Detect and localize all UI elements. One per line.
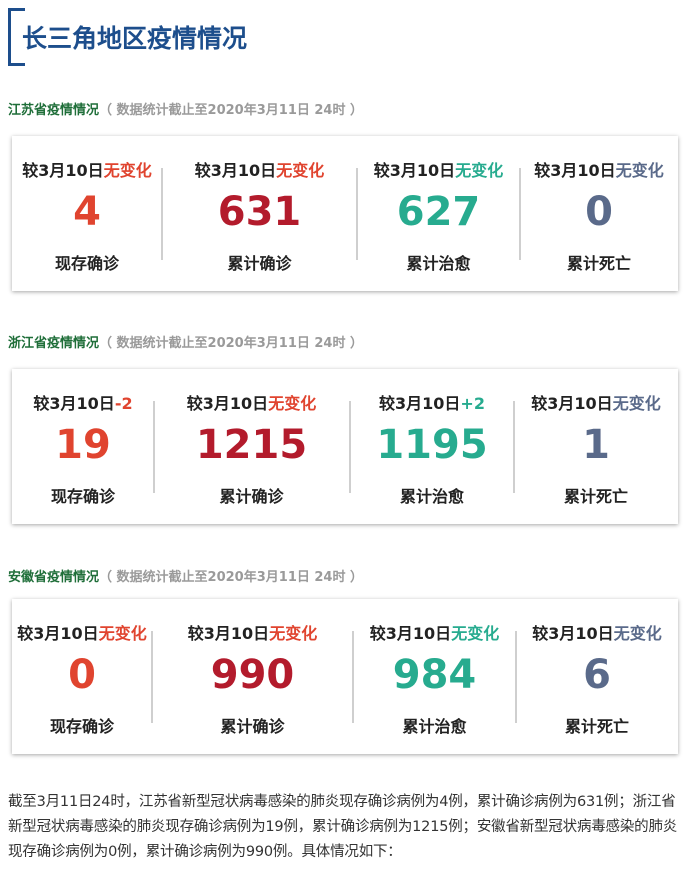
stats-card-anhui: 较3月10日无变化 0 现存确诊 较3月10日无变化 990 累计确诊 较3月1…	[12, 599, 678, 754]
stat-label: 累计治愈	[399, 487, 464, 506]
compare-value: 无变化	[455, 161, 504, 180]
compare-label: 较3月10日	[379, 394, 461, 413]
section-header-zhejiang: 浙江省疫情情况（ 数据统计截止至2020年3月11日 24时 ）	[8, 332, 363, 351]
stat-current-confirmed: 较3月10日无变化 4 现存确诊	[12, 136, 162, 291]
stat-label: 累计死亡	[566, 254, 631, 273]
stat-value: 0	[68, 652, 96, 698]
stat-label: 累计死亡	[563, 487, 628, 506]
section-header-anhui: 安徽省疫情情况（ 数据统计截止至2020年3月11日 24时 ）	[8, 566, 363, 585]
stat-total-confirmed: 较3月10日无变化 631 累计确诊	[162, 136, 357, 291]
data-cutoff-note: （ 数据统计截止至2020年3月11日 24时 ）	[99, 570, 364, 585]
stat-total-deaths: 较3月10日无变化 1 累计死亡	[514, 369, 678, 524]
page-title: 长三角地区疫情情况	[22, 24, 248, 53]
compare-value: 无变化	[451, 624, 500, 643]
data-cutoff-note: （ 数据统计截止至2020年3月11日 24时 ）	[99, 103, 364, 118]
stat-total-confirmed: 较3月10日无变化 990 累计确诊	[152, 599, 353, 754]
stat-value: 0	[585, 189, 613, 235]
stat-label: 现存确诊	[49, 717, 114, 736]
compare-value: 无变化	[613, 624, 662, 643]
compare-value: +2	[460, 394, 485, 413]
compare-value: 无变化	[103, 161, 152, 180]
compare-label: 较3月10日	[187, 624, 270, 643]
compare-label: 较3月10日	[373, 161, 456, 180]
compare-value: 无变化	[615, 161, 664, 180]
compare-label: 较3月10日	[534, 161, 616, 180]
stat-current-confirmed: 较3月10日无变化 0 现存确诊	[12, 599, 152, 754]
stat-total-deaths: 较3月10日无变化 0 累计死亡	[520, 136, 678, 291]
compare-value: -2	[114, 394, 133, 413]
stat-value: 1	[582, 422, 610, 468]
compare-label: 较3月10日	[186, 394, 269, 413]
stat-label: 累计确诊	[220, 717, 285, 736]
compare-label: 较3月10日	[194, 161, 277, 180]
stat-total-deaths: 较3月10日无变化 6 累计死亡	[516, 599, 678, 754]
stat-total-cured: 较3月10日无变化 984 累计治愈	[353, 599, 516, 754]
page-title-block: 长三角地区疫情情况	[8, 8, 248, 66]
stat-total-cured: 较3月10日无变化 627 累计治愈	[357, 136, 520, 291]
compare-value: 无变化	[98, 624, 147, 643]
compare-value: 无变化	[612, 394, 661, 413]
stat-value: 990	[210, 652, 295, 698]
province-title: 江苏省疫情情况	[8, 103, 100, 118]
stat-value: 631	[217, 189, 302, 235]
compare-value: 无变化	[268, 394, 317, 413]
province-title: 浙江省疫情情况	[8, 336, 100, 351]
stat-label: 累计死亡	[564, 717, 629, 736]
stat-current-confirmed: 较3月10日-2 19 现存确诊	[12, 369, 154, 524]
compare-label: 较3月10日	[17, 624, 99, 643]
stat-total-confirmed: 较3月10日无变化 1215 累计确诊	[154, 369, 349, 524]
stat-value: 19	[55, 422, 111, 468]
summary-paragraph: 截至3月11日24时，江苏省新型冠状病毒感染的肺炎现存确诊病例为4例，累计确诊病…	[8, 794, 678, 860]
compare-value: 无变化	[269, 624, 318, 643]
compare-label: 较3月10日	[532, 624, 614, 643]
stat-label: 现存确诊	[50, 487, 115, 506]
stat-value: 1195	[376, 422, 488, 468]
stat-value: 1215	[195, 422, 308, 468]
stat-total-cured: 较3月10日+2 1195 累计治愈	[350, 369, 514, 524]
compare-value: 无变化	[276, 161, 325, 180]
compare-label: 较3月10日	[369, 624, 452, 643]
data-cutoff-note: （ 数据统计截止至2020年3月11日 24时 ）	[99, 336, 364, 351]
province-title: 安徽省疫情情况	[8, 570, 100, 585]
stat-label: 累计治愈	[402, 717, 467, 736]
stat-value: 4	[73, 189, 101, 235]
section-header-jiangsu: 江苏省疫情情况（ 数据统计截止至2020年3月11日 24时 ）	[8, 99, 363, 118]
stat-label: 累计治愈	[406, 254, 471, 273]
compare-label: 较3月10日	[531, 394, 613, 413]
stat-value: 6	[583, 652, 611, 698]
stats-card-jiangsu: 较3月10日无变化 4 现存确诊 较3月10日无变化 631 累计确诊 较3月1…	[12, 136, 678, 291]
compare-label: 较3月10日	[33, 394, 115, 413]
stats-card-zhejiang: 较3月10日-2 19 现存确诊 较3月10日无变化 1215 累计确诊 较3月…	[12, 369, 678, 524]
stat-label: 累计确诊	[227, 254, 292, 273]
stat-value: 984	[392, 652, 477, 698]
stat-label: 现存确诊	[54, 254, 119, 273]
stat-label: 累计确诊	[219, 487, 284, 506]
compare-label: 较3月10日	[22, 161, 104, 180]
stat-value: 627	[396, 189, 481, 235]
